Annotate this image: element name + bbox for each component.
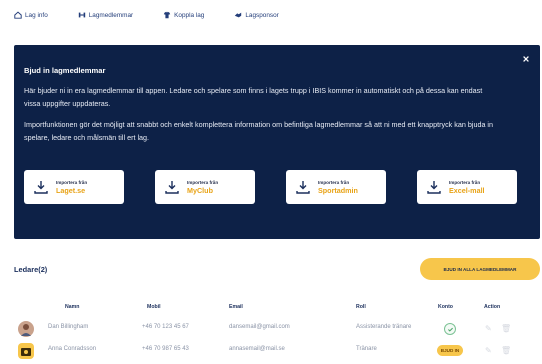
invite-button[interactable]: BJUD IN (437, 345, 463, 356)
invite-all-button[interactable]: BJUD IN ALLA LAGMEDLEMMAR (420, 258, 540, 280)
column-name[interactable]: Namn (65, 304, 79, 310)
leaders-title: Ledare(2) (14, 265, 48, 274)
table-row[interactable]: Anna Conradsson +46 70 987 65 43 annasem… (0, 342, 542, 360)
row-mobile: +46 70 987 65 43 (142, 346, 189, 352)
download-icon (165, 181, 179, 194)
tab-link-team[interactable]: Koppla lag (163, 11, 204, 19)
camera-icon (21, 348, 31, 356)
import-lagetse-button[interactable]: Importera från Laget.se (24, 170, 124, 204)
row-role: Tränare (356, 346, 377, 352)
invite-banner: Bjud in lagmedlemmar Här bjuder ni in er… (14, 45, 540, 239)
close-icon[interactable] (522, 55, 530, 63)
import-prefix: Importera från (56, 179, 88, 185)
import-source-name: MyClub (187, 185, 213, 195)
banner-text-intro: Här bjuder ni in era lagmedlemmar till a… (24, 86, 483, 108)
import-source-name: Laget.se (56, 185, 86, 195)
download-icon (34, 181, 48, 194)
import-prefix: Importera från (187, 179, 219, 185)
row-name: Dan Billingham (48, 324, 89, 330)
import-myclub-button[interactable]: Importera från MyClub (155, 170, 255, 204)
column-account: Konto (438, 304, 453, 310)
account-active-icon (444, 323, 456, 335)
table-header: Namn Mobil Email Roll Konto Action (0, 304, 542, 314)
row-role: Assisterande tränare (356, 324, 412, 330)
delete-icon[interactable]: 🗑 (501, 347, 511, 355)
avatar (18, 321, 34, 337)
column-email[interactable]: Email (229, 304, 243, 310)
import-sportadmin-button[interactable]: Importera från Sportadmin (286, 170, 386, 204)
banner-title: Bjud in lagmedlemmar (24, 66, 106, 75)
import-source-name: Sportadmin (318, 185, 358, 195)
tab-sponsor[interactable]: Lagsponsor (234, 11, 279, 19)
tab-bar: Lag info Lagmedlemmar Koppla lag Lagspon… (0, 0, 542, 30)
column-role[interactable]: Roll (356, 304, 366, 310)
row-email: dansemail@gmail.com (229, 324, 290, 330)
column-mobile[interactable]: Mobil (147, 304, 161, 310)
tab-team-info[interactable]: Lag info (14, 11, 48, 19)
members-icon (78, 12, 85, 18)
tab-sponsor-label: Lagsponsor (245, 11, 279, 19)
import-excel-button[interactable]: Importera från Excel-mall (417, 170, 517, 204)
delete-icon[interactable]: 🗑 (501, 325, 511, 333)
row-name: Anna Conradsson (48, 346, 97, 352)
download-icon (427, 181, 441, 194)
row-mobile: +46 70 123 45 67 (142, 324, 189, 330)
tab-link-team-label: Koppla lag (174, 11, 205, 19)
team-info-icon (14, 11, 22, 19)
edit-icon[interactable]: ✎ (485, 325, 493, 333)
user-icon (21, 324, 31, 336)
edit-icon[interactable]: ✎ (485, 347, 493, 355)
import-source-name: Excel-mall (449, 185, 485, 195)
link-team-icon (163, 11, 171, 19)
tab-team-info-label: Lag info (25, 11, 48, 19)
tab-members[interactable]: Lagmedlemmar (78, 11, 133, 19)
tab-members-label: Lagmedlemmar (88, 11, 134, 19)
table-row[interactable]: Dan Billingham +46 70 123 45 67 dansemai… (0, 320, 542, 338)
row-email: annasemail@mail.se (229, 346, 285, 352)
download-icon (296, 181, 310, 194)
import-prefix: Importera från (318, 179, 350, 185)
column-action: Action (484, 304, 501, 310)
import-options: Importera från Laget.se Importera från MyC… (24, 170, 524, 206)
sponsor-icon (235, 12, 242, 18)
avatar (18, 343, 34, 359)
import-prefix: Importera från (449, 179, 481, 185)
banner-text-import: Importfunktionen gör det möjligt att sna… (24, 120, 494, 142)
